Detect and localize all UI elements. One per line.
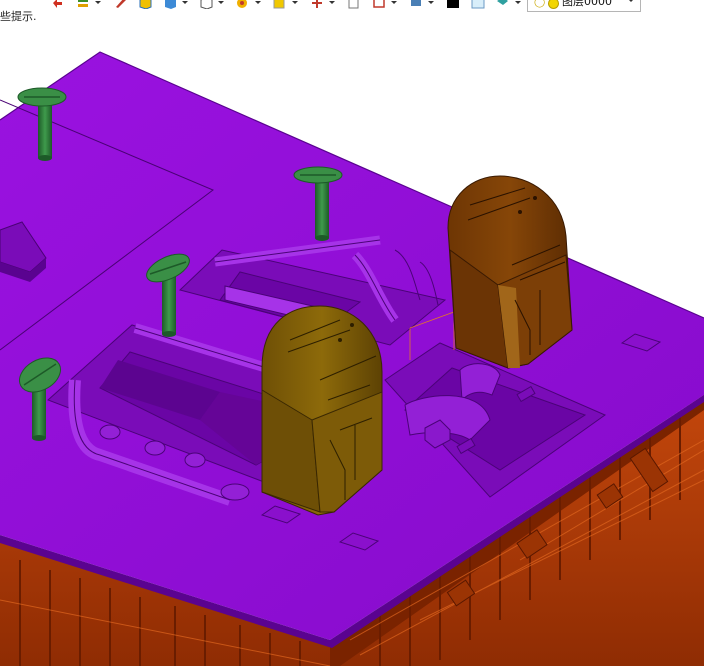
chevron-down-icon[interactable] <box>218 1 224 4</box>
chevron-down-icon[interactable] <box>292 1 298 4</box>
status-hint: 些提示. <box>0 10 37 23</box>
snap-icon[interactable] <box>272 0 286 9</box>
display-icon[interactable] <box>409 0 423 8</box>
chevron-down-icon[interactable] <box>329 1 335 4</box>
layer-color-icon <box>548 0 559 9</box>
chevron-down-icon[interactable] <box>95 1 101 4</box>
point-icon[interactable] <box>310 0 324 8</box>
color-swatch-icon[interactable] <box>446 0 460 8</box>
chevron-down-icon[interactable] <box>255 1 261 4</box>
sketch-icon[interactable] <box>235 0 249 8</box>
chevron-down-icon[interactable] <box>628 0 634 2</box>
pen-icon[interactable] <box>113 0 127 8</box>
chevron-down-icon[interactable] <box>428 1 434 4</box>
layer-select[interactable]: ◯ 图层0000 <box>527 0 641 12</box>
layer-label: 图层0000 <box>562 0 612 8</box>
slider-block-front <box>261 305 383 516</box>
toolbar: ◯ 图层0000 <box>0 0 704 14</box>
lightbulb-icon[interactable]: ◯ <box>534 0 545 10</box>
wireframe-cube-icon[interactable] <box>199 0 213 10</box>
rectangle-icon[interactable] <box>372 0 386 8</box>
undo-icon[interactable] <box>50 0 64 8</box>
chevron-down-icon[interactable] <box>182 1 188 4</box>
chevron-down-icon[interactable] <box>515 1 521 4</box>
slider-block-back <box>447 175 573 369</box>
3d-viewport[interactable] <box>0 14 704 666</box>
cube-yellow-icon[interactable] <box>138 0 152 10</box>
cube-blue-icon[interactable] <box>163 0 177 9</box>
paint-bucket-icon[interactable] <box>495 0 509 8</box>
layers-icon[interactable] <box>76 0 90 8</box>
background-icon[interactable] <box>471 0 485 9</box>
page-icon[interactable] <box>346 0 360 9</box>
chevron-down-icon[interactable] <box>391 1 397 4</box>
